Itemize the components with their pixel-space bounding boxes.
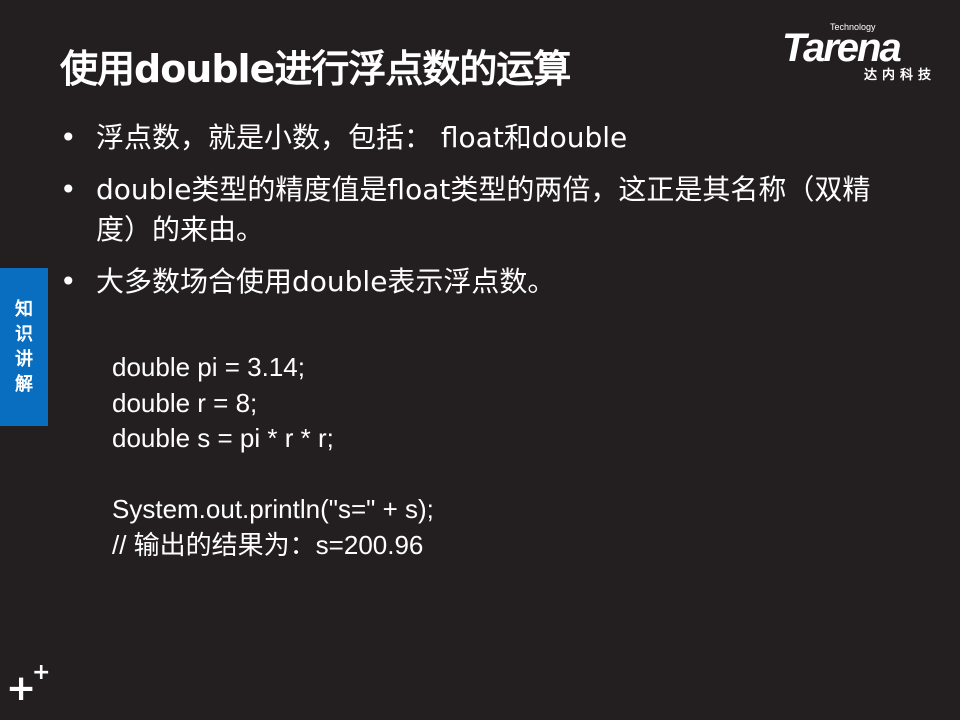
code-line: System.out.println("s=" + s); <box>112 494 434 524</box>
bullet-list: • 浮点数，就是小数，包括： float和double • double类型的精度值… <box>60 118 910 314</box>
bullet-text: double类型的精度值是float类型的两倍，这正是其名称（双精度）的来由。 <box>96 173 871 246</box>
plus-plus-icon: + + <box>6 660 51 709</box>
bullet-item: • double类型的精度值是float类型的两倍，这正是其名称（双精度）的来由。 <box>60 170 910 250</box>
bullet-item: • 浮点数，就是小数，包括： float和double <box>60 118 910 158</box>
bullet-dot: • <box>60 173 77 206</box>
bullet-text: 浮点数，就是小数，包括： float和double <box>96 121 628 154</box>
side-tab-char: 解 <box>15 374 33 395</box>
bullet-dot: • <box>60 265 77 298</box>
side-tab: 知 识 讲 解 <box>0 268 48 426</box>
code-line: double r = 8; <box>112 387 258 418</box>
side-tab-char: 识 <box>15 324 33 345</box>
bullet-item: • 大多数场合使用double表示浮点数。 <box>60 262 910 302</box>
side-tab-char: 讲 <box>15 349 33 370</box>
code-line: double s = pi * r * r; <box>112 423 334 453</box>
logo-cn: 达内科技 <box>864 68 937 83</box>
side-tab-char: 知 <box>15 299 33 320</box>
code-block: double pi = 3.14; double r = 8; double s… <box>112 350 434 563</box>
bullet-text: 大多数场合使用double表示浮点数。 <box>96 265 556 298</box>
slide-title: 使用double进行浮点数的运算 <box>60 47 571 91</box>
code-line: double pi = 3.14; <box>112 352 305 382</box>
code-line: // 输出的结果为：s=200.96 <box>112 529 424 560</box>
bullet-dot: • <box>60 121 77 154</box>
